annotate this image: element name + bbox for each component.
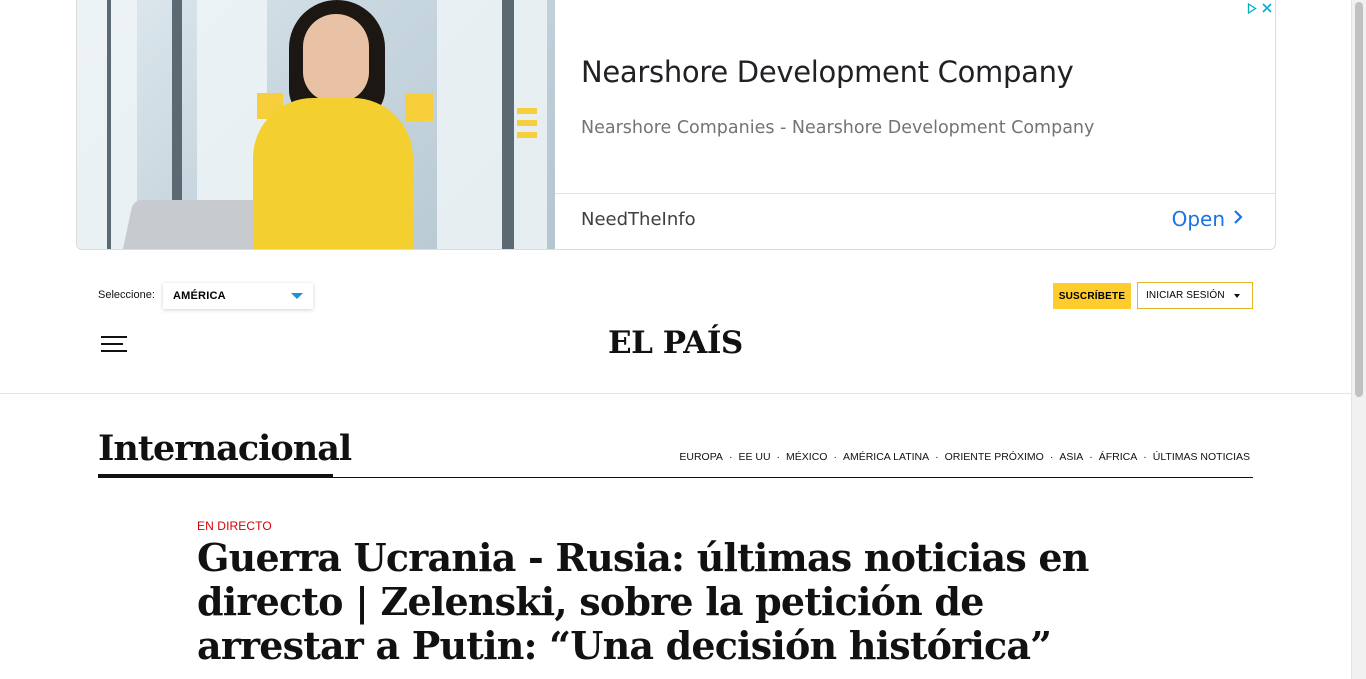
nav-separator: · bbox=[776, 451, 781, 463]
nav-separator: · bbox=[1049, 451, 1054, 463]
chevron-right-icon bbox=[1233, 208, 1243, 230]
ad-advertiser[interactable]: NeedTheInfo bbox=[581, 209, 696, 230]
ad-divider bbox=[555, 193, 1275, 194]
section-nav-europa[interactable]: EUROPA bbox=[679, 451, 723, 463]
scrollbar-thumb[interactable] bbox=[1355, 2, 1363, 397]
section-nav-ultimas-noticias[interactable]: ÚLTIMAS NOTICIAS bbox=[1153, 451, 1250, 463]
nav-separator: · bbox=[1089, 451, 1093, 463]
section-nav-asia[interactable]: ASIA bbox=[1059, 451, 1083, 463]
ad-content[interactable]: Nearshore Development Company Nearshore … bbox=[555, 0, 1275, 249]
caret-down-icon bbox=[1234, 294, 1240, 298]
edition-label: Seleccione: bbox=[98, 289, 155, 301]
caret-down-icon bbox=[291, 293, 303, 299]
nav-separator: · bbox=[833, 451, 837, 463]
header-divider bbox=[0, 393, 1351, 394]
site-logo[interactable]: EL PAÍS bbox=[608, 325, 743, 361]
login-label: INICIAR SESIÓN bbox=[1146, 290, 1225, 301]
section-title-underline bbox=[98, 474, 333, 478]
section-nav-africa[interactable]: ÁFRICA bbox=[1099, 451, 1138, 463]
nav-separator: · bbox=[935, 451, 939, 463]
section-title[interactable]: Internacional bbox=[98, 428, 352, 469]
section-nav-mexico[interactable]: MÉXICO bbox=[786, 451, 827, 463]
article-headline[interactable]: Guerra Ucrania - Rusia: últimas noticias… bbox=[197, 536, 1157, 668]
ad-open-button[interactable]: Open bbox=[1172, 207, 1243, 231]
advertisement-banner[interactable]: Nearshore Development Company Nearshore … bbox=[76, 0, 1276, 250]
section-nav-eeuu[interactable]: EE UU bbox=[738, 451, 770, 463]
close-icon[interactable] bbox=[1260, 1, 1274, 15]
section-nav-oriente-proximo[interactable]: ORIENTE PRÓXIMO bbox=[945, 451, 1044, 463]
subscribe-button[interactable]: SUSCRÍBETE bbox=[1053, 283, 1131, 309]
edition-value: AMÉRICA bbox=[173, 290, 226, 302]
edition-select[interactable]: AMÉRICA bbox=[163, 283, 313, 309]
ad-image[interactable] bbox=[77, 0, 555, 249]
ad-description[interactable]: Nearshore Companies - Nearshore Developm… bbox=[581, 118, 1094, 138]
page-scrollbar[interactable] bbox=[1351, 0, 1366, 679]
ad-open-label: Open bbox=[1171, 207, 1225, 231]
nav-separator: · bbox=[1143, 451, 1147, 463]
section-nav-america-latina[interactable]: AMÉRICA LATINA bbox=[843, 451, 929, 463]
ad-title[interactable]: Nearshore Development Company bbox=[581, 55, 1074, 89]
section-nav: EUROPA · EE UU · MÉXICO · AMÉRICA LATINA… bbox=[679, 451, 1250, 463]
adchoices-icon[interactable] bbox=[1245, 1, 1259, 15]
nav-separator: · bbox=[728, 451, 733, 463]
hamburger-menu-icon[interactable] bbox=[101, 336, 127, 352]
login-button[interactable]: INICIAR SESIÓN bbox=[1137, 282, 1253, 309]
article-kicker[interactable]: EN DIRECTO bbox=[197, 519, 272, 533]
